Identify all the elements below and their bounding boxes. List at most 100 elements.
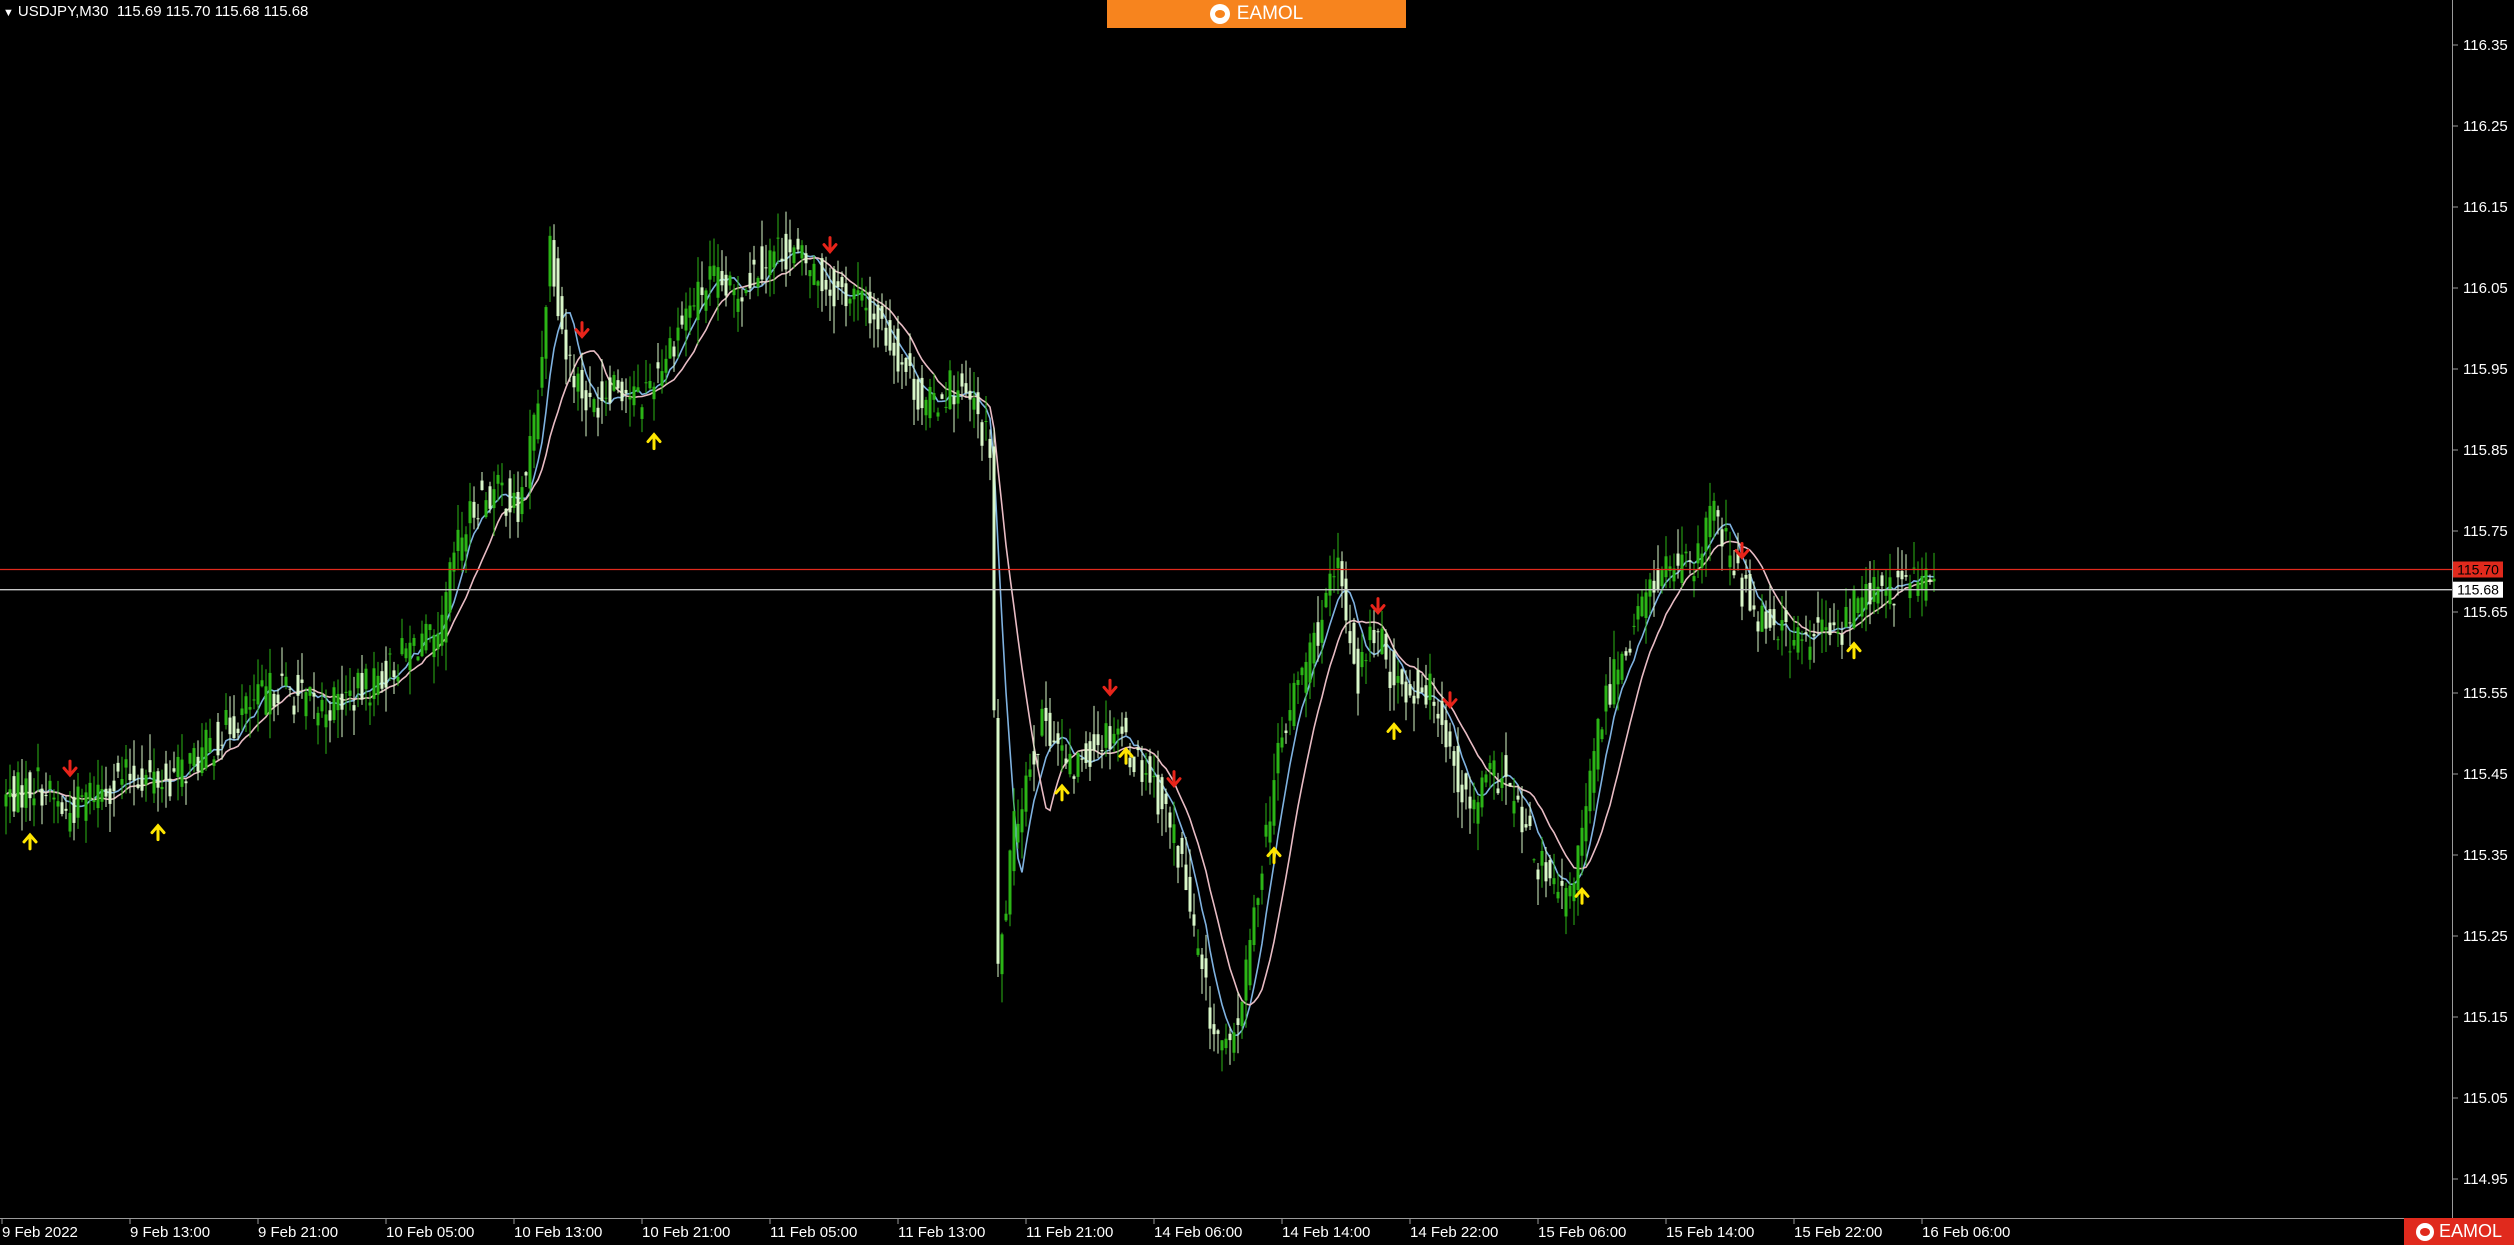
candle-body	[800, 245, 804, 259]
symbol-menu-triangle-icon[interactable]: ▼	[3, 7, 14, 19]
candle[interactable]	[332, 681, 336, 724]
candle-body	[696, 281, 700, 321]
candle-body	[1324, 592, 1328, 608]
candle-body	[660, 371, 664, 386]
candle-body	[1812, 634, 1816, 637]
candle[interactable]	[1852, 585, 1856, 630]
candle-body	[1284, 730, 1288, 734]
candle-body	[764, 267, 768, 269]
candle[interactable]	[488, 481, 492, 514]
candle-body	[392, 670, 396, 678]
candle[interactable]	[996, 699, 1000, 977]
candle-body	[876, 304, 880, 330]
candle-body	[932, 393, 936, 400]
candle-body	[1392, 651, 1396, 686]
candle-body	[496, 474, 500, 484]
candle-body	[1932, 578, 1936, 582]
candle[interactable]	[1620, 651, 1624, 685]
candle-body	[260, 680, 264, 687]
candle-body	[1428, 673, 1432, 701]
candle-body	[1652, 580, 1656, 593]
candle-body	[1420, 687, 1424, 693]
candle-body	[568, 354, 572, 356]
candle[interactable]	[12, 770, 16, 817]
price-chart[interactable]: 115.70 115.68 116.35 116.25 116.15 116.05 115…	[0, 0, 2514, 1245]
candle-body	[960, 373, 964, 387]
candle-body	[1296, 680, 1300, 686]
candle[interactable]	[992, 427, 996, 718]
candle-body	[1080, 758, 1084, 760]
candle-body	[1916, 582, 1920, 596]
candle-body	[1432, 701, 1436, 706]
time-tick-label: 10 Feb 13:00	[514, 1224, 602, 1241]
brand-corner-badge[interactable]: EAMOL	[2404, 1218, 2514, 1245]
candle-body	[1752, 605, 1756, 610]
price-tick-label: 116.25	[2463, 118, 2508, 135]
candle-body	[1576, 845, 1580, 891]
candle-body	[916, 379, 920, 410]
candle-body	[852, 288, 856, 300]
candle-body	[124, 759, 128, 768]
candle-body	[1004, 913, 1008, 921]
time-tick-label: 10 Feb 21:00	[642, 1224, 730, 1241]
chart-canvas[interactable]: 115.70 115.68 116.35 116.25 116.15 116.05 115…	[0, 0, 2514, 1245]
candle-body	[1764, 611, 1768, 629]
candle-body	[304, 692, 308, 717]
candle-body	[140, 768, 144, 791]
candle-body	[1700, 553, 1704, 568]
candle-body	[684, 308, 688, 331]
candle-body	[992, 446, 996, 711]
candle-body	[1640, 596, 1644, 617]
symbol-header[interactable]: ▼ USDJPY,M30 115.69 115.70 115.68 115.68	[3, 3, 308, 20]
candle-body	[240, 708, 244, 715]
candle-body	[128, 773, 132, 781]
brand-corner-text: EAMOL	[2438, 1221, 2503, 1241]
candle-body	[20, 785, 24, 808]
candle-body	[1580, 827, 1584, 856]
candle-body	[1424, 685, 1428, 705]
candle-body	[1340, 561, 1344, 587]
candle-body	[692, 305, 696, 307]
candle-body	[1044, 707, 1048, 721]
candle-body	[196, 756, 200, 772]
candle-body	[1164, 793, 1168, 805]
candle-body	[1648, 579, 1652, 597]
candle-body	[920, 377, 924, 409]
candle-body	[1308, 642, 1312, 683]
brand-banner[interactable]: EAMOL	[1107, 0, 1406, 28]
candle-body	[1604, 685, 1608, 712]
candle-body	[1552, 878, 1556, 885]
candle-body	[1372, 629, 1376, 644]
candle[interactable]	[1352, 617, 1356, 665]
candle-body	[12, 776, 16, 812]
candle-body	[268, 672, 272, 715]
candle-body	[776, 237, 780, 239]
candle-body	[252, 699, 256, 701]
price-tick-label: 115.35	[2463, 847, 2508, 864]
candle-body	[488, 486, 492, 509]
candle-body	[1060, 745, 1064, 751]
candle-body	[208, 737, 212, 753]
candle-body	[24, 778, 28, 808]
candle-body	[1096, 734, 1100, 746]
candle-body	[1088, 741, 1092, 767]
candle-body	[8, 789, 12, 798]
candle-body	[668, 338, 672, 359]
candle-body	[1920, 575, 1924, 590]
candle-body	[36, 767, 40, 772]
candle-body	[1104, 723, 1108, 748]
candle-body	[1732, 570, 1736, 576]
candle-body	[664, 358, 668, 373]
candle-body	[1480, 777, 1484, 808]
candle-body	[1352, 622, 1356, 664]
candle[interactable]	[1508, 782, 1512, 788]
candle-body	[1704, 517, 1708, 552]
candle-body	[360, 672, 364, 700]
candle-body	[364, 668, 368, 690]
candle-body	[316, 712, 320, 726]
candle-body	[52, 797, 56, 800]
candle-body	[132, 765, 136, 781]
candle-body	[224, 709, 228, 725]
candle-body	[676, 327, 680, 341]
candle-body	[264, 686, 268, 715]
